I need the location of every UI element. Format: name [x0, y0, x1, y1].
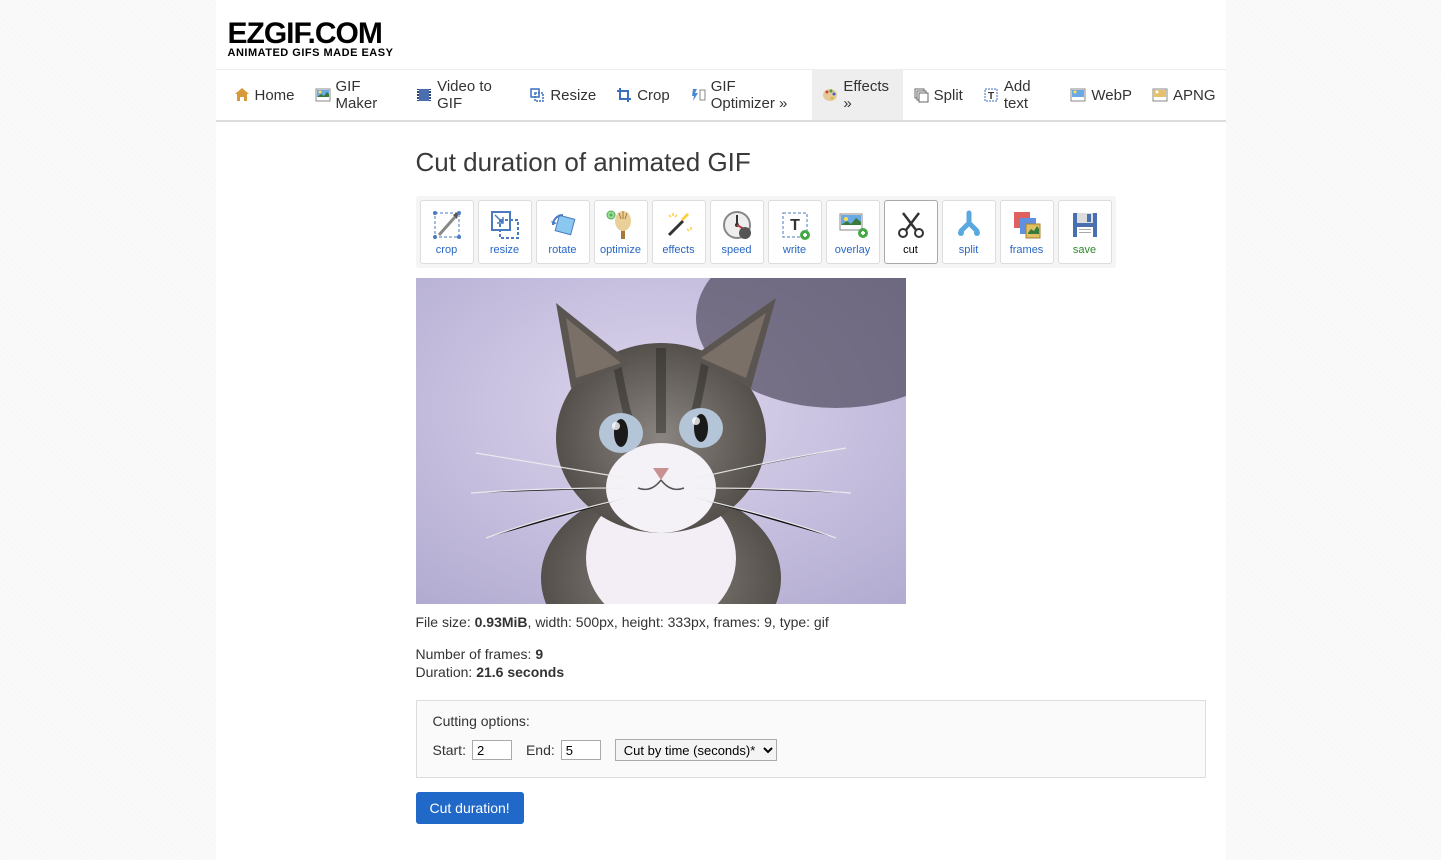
tool-cut[interactable]: cut	[884, 200, 938, 264]
picture-icon	[1152, 87, 1168, 103]
tool-label: effects	[662, 244, 694, 256]
frames-label: Number of frames:	[416, 646, 536, 662]
nav-crop[interactable]: Crop	[606, 70, 680, 120]
duration-info: Duration: 21.6 seconds	[416, 664, 1206, 680]
logo-subtitle: ANIMATED GIFS MADE EASY	[228, 47, 1214, 59]
split-tool-icon	[953, 209, 985, 241]
tool-frames[interactable]: frames	[1000, 200, 1054, 264]
nav-video-to-gif[interactable]: Video to GIF	[406, 70, 519, 120]
logo-main: EZGIF.COM	[228, 20, 1214, 47]
tool-overlay[interactable]: overlay	[826, 200, 880, 264]
svg-text:T: T	[790, 217, 800, 234]
duration-value: 21.6 seconds	[476, 664, 564, 680]
nav-label: WebP	[1091, 87, 1132, 104]
meta-prefix: File size:	[416, 614, 475, 630]
picture-icon	[315, 87, 331, 103]
start-label: Start:	[433, 742, 466, 758]
options-title: Cutting options:	[433, 713, 1189, 729]
tool-label: rotate	[548, 244, 576, 256]
nav-label: Home	[255, 87, 295, 104]
tool-effects[interactable]: effects	[652, 200, 706, 264]
tool-label: speed	[722, 244, 752, 256]
nav-label: Video to GIF	[437, 78, 509, 112]
film-icon	[416, 87, 432, 103]
header: EZGIF.COM ANIMATED GIFS MADE EASY	[216, 0, 1226, 69]
tool-split[interactable]: split	[942, 200, 996, 264]
cut-duration-button[interactable]: Cut duration!	[416, 792, 524, 824]
tool-optimize[interactable]: optimize	[594, 200, 648, 264]
resize-tool-icon	[489, 209, 521, 241]
tool-label: frames	[1010, 244, 1044, 256]
nav-add-text[interactable]: T Add text	[973, 70, 1061, 120]
tool-label: resize	[490, 244, 519, 256]
tool-label: optimize	[600, 244, 641, 256]
file-meta: File size: 0.93MiB, width: 500px, height…	[416, 614, 1206, 630]
tool-save[interactable]: save	[1058, 200, 1112, 264]
picture-icon	[1070, 87, 1086, 103]
compress-icon	[690, 87, 706, 103]
kitten-image	[416, 278, 906, 604]
nav-apng[interactable]: APNG	[1142, 70, 1226, 120]
nav-label: Split	[934, 87, 963, 104]
nav-label: Crop	[637, 87, 670, 104]
effects-tool-icon	[663, 209, 695, 241]
nav-gif-maker[interactable]: GIF Maker	[305, 70, 407, 120]
resize-icon	[529, 87, 545, 103]
optimize-tool-icon	[605, 209, 637, 241]
speed-tool-icon	[721, 209, 753, 241]
nav-split[interactable]: Split	[903, 70, 973, 120]
frames-value: 9	[535, 646, 543, 662]
tool-label: crop	[436, 244, 457, 256]
crop-tool-icon	[431, 209, 463, 241]
nav-label: GIF Maker	[336, 78, 397, 112]
main-navbar: Home GIF Maker Video to GIF Resize Crop …	[216, 69, 1226, 122]
tool-label: split	[959, 244, 979, 256]
duration-label: Duration:	[416, 664, 477, 680]
cut-mode-select[interactable]: Cut by time (seconds)*	[615, 739, 777, 761]
preview-image	[416, 278, 906, 604]
options-form-row: Start: End: Cut by time (seconds)*	[433, 739, 1189, 761]
tool-write[interactable]: T write	[768, 200, 822, 264]
crop-icon	[616, 87, 632, 103]
main-content: Cut duration of animated GIF crop resize…	[216, 122, 1226, 844]
save-icon	[1069, 209, 1101, 241]
frames-info: Number of frames: 9	[416, 646, 1206, 662]
page-title: Cut duration of animated GIF	[416, 147, 1206, 178]
home-icon	[234, 87, 250, 103]
svg-text:T: T	[988, 91, 994, 102]
start-input[interactable]	[472, 740, 512, 760]
tool-speed[interactable]: speed	[710, 200, 764, 264]
nav-label: GIF Optimizer »	[711, 78, 803, 112]
rotate-tool-icon	[547, 209, 579, 241]
tool-rotate[interactable]: rotate	[536, 200, 590, 264]
end-label: End:	[526, 742, 555, 758]
tool-label: write	[783, 244, 806, 256]
nav-effects[interactable]: Effects »	[812, 70, 902, 120]
stack-icon	[913, 87, 929, 103]
scissors-icon	[895, 209, 927, 241]
nav-label: Effects »	[843, 78, 892, 112]
nav-webp[interactable]: WebP	[1060, 70, 1142, 120]
tool-label: overlay	[835, 244, 870, 256]
meta-rest: , width: 500px, height: 333px, frames: 9…	[528, 614, 829, 630]
palette-icon	[822, 87, 838, 103]
nav-label: APNG	[1173, 87, 1216, 104]
frames-tool-icon	[1011, 209, 1043, 241]
write-tool-icon: T	[779, 209, 811, 241]
nav-home[interactable]: Home	[224, 70, 305, 120]
nav-resize[interactable]: Resize	[519, 70, 606, 120]
meta-size: 0.93MiB	[475, 614, 528, 630]
tool-label: cut	[903, 244, 918, 256]
nav-label: Resize	[550, 87, 596, 104]
cutting-options-box: Cutting options: Start: End: Cut by time…	[416, 700, 1206, 778]
nav-optimizer[interactable]: GIF Optimizer »	[680, 70, 813, 120]
tool-resize[interactable]: resize	[478, 200, 532, 264]
tool-toolbar: crop resize rotate optimize effects spee…	[416, 196, 1116, 268]
tool-label: save	[1073, 244, 1096, 256]
text-icon: T	[983, 87, 999, 103]
end-input[interactable]	[561, 740, 601, 760]
tool-crop[interactable]: crop	[420, 200, 474, 264]
nav-label: Add text	[1004, 78, 1051, 112]
overlay-tool-icon	[837, 209, 869, 241]
